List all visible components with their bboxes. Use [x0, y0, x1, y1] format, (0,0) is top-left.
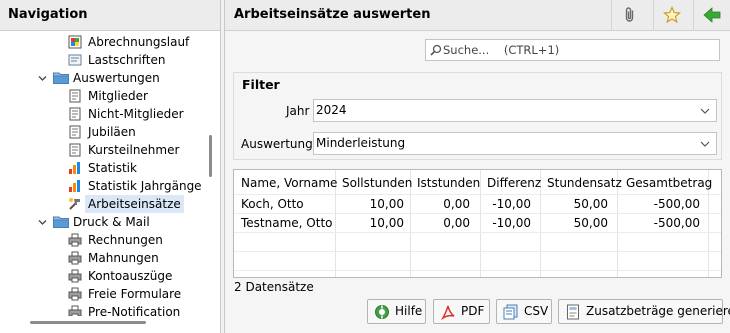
- results-table[interactable]: Name, Vorname Sollstunden Iststunden Dif…: [233, 169, 722, 278]
- record-count: 2 Datensätze: [234, 280, 314, 294]
- attach-button[interactable]: [611, 0, 647, 31]
- navigation-horizontal-scrollbar[interactable]: [30, 321, 146, 324]
- nav-item-label: Auswertungen: [73, 71, 160, 85]
- page-title: Arbeitseinsätze auswerten: [234, 7, 431, 22]
- folder-icon: [53, 72, 69, 84]
- cell-sollstunden: 10,00: [369, 216, 404, 230]
- chevron-down-icon[interactable]: [38, 218, 47, 227]
- help-button-label: Hilfe: [395, 304, 423, 318]
- paperclip-icon: [625, 7, 634, 22]
- main-panel: Arbeitseinsätze auswerten Filter Jahr: [224, 0, 730, 333]
- row-separator: [234, 270, 721, 271]
- star-icon: [663, 6, 681, 24]
- auswertung-select[interactable]: Minderleistung: [313, 132, 717, 155]
- nav-item-label: Arbeitseinsätze: [85, 195, 184, 213]
- cell-name: Testname, Otto: [241, 216, 333, 230]
- nav-item-label: Kontoauszüge: [88, 269, 173, 283]
- main-header: Arbeitseinsätze auswerten: [225, 0, 730, 31]
- column-header-differenz[interactable]: Differenz: [487, 170, 541, 197]
- cell-sollstunden: 10,00: [369, 197, 404, 211]
- jahr-select[interactable]: 2024: [313, 99, 717, 122]
- document-icon: [567, 304, 579, 320]
- jahr-label: Jahr: [286, 104, 310, 118]
- column-header-iststunden[interactable]: Iststunden: [417, 170, 480, 197]
- pdf-button[interactable]: PDF: [433, 299, 490, 324]
- bar-chart-icon: [69, 180, 80, 192]
- cell-iststunden: 0,00: [443, 197, 470, 211]
- work-icon: [69, 198, 80, 210]
- report-icon: [69, 125, 81, 139]
- nav-item-label: Rechnungen: [88, 233, 163, 247]
- help-button[interactable]: Hilfe: [367, 299, 426, 324]
- nav-item-label: Statistik Jahrgänge: [88, 179, 202, 193]
- navigation-vertical-scrollbar[interactable]: [209, 135, 212, 177]
- printer-icon: [68, 269, 82, 283]
- cell-iststunden: 0,00: [443, 216, 470, 230]
- cell-gesamtbetrag: -500,00: [653, 216, 700, 230]
- jahr-value: 2024: [316, 103, 347, 117]
- filter-group: Filter Jahr 2024 Auswertung Minderleistu…: [233, 72, 722, 160]
- printer-icon: [68, 251, 82, 265]
- chevron-down-icon: [700, 141, 710, 147]
- back-arrow-icon: [703, 7, 721, 23]
- printer-icon: [68, 233, 82, 247]
- nav-item-label: Abrechnungslauf: [88, 35, 190, 49]
- column-header-name[interactable]: Name, Vorname: [241, 170, 337, 197]
- pdf-button-label: PDF: [461, 304, 485, 318]
- cell-differenz: -10,00: [492, 216, 531, 230]
- column-header-stundensatz[interactable]: Stundensatz: [547, 170, 622, 197]
- generate-additional-amounts-button[interactable]: Zusatzbeträge generieren: [558, 299, 730, 324]
- folder-icon: [53, 216, 69, 228]
- cell-stundensatz: 50,00: [573, 216, 608, 230]
- report-icon: [69, 89, 81, 103]
- search-field[interactable]: [425, 39, 720, 61]
- auswertung-label: Auswertung: [241, 137, 313, 151]
- row-separator: [234, 251, 721, 252]
- nav-item-label: Kursteilnehmer: [88, 143, 180, 157]
- report-icon: [69, 143, 81, 157]
- nav-item-label: Mitglieder: [88, 89, 148, 103]
- cell-name: Koch, Otto: [241, 197, 304, 211]
- column-header-sollstunden[interactable]: Sollstunden: [342, 170, 412, 197]
- debit-icon: [68, 54, 82, 66]
- nav-item-label: Lastschriften: [88, 53, 166, 67]
- navigation-header: Navigation: [0, 0, 220, 31]
- cell-stundensatz: 50,00: [573, 197, 608, 211]
- nav-item-label: Pre-Notification: [88, 305, 181, 316]
- chevron-down-icon: [700, 108, 710, 114]
- cell-gesamtbetrag: -500,00: [653, 197, 700, 211]
- search-icon: [430, 44, 442, 56]
- printer-icon: [68, 305, 82, 316]
- chevron-down-icon[interactable]: [38, 74, 47, 83]
- navigation-tree: Abrechnungslauf Lastschriften Auswertung…: [0, 31, 220, 316]
- cell-differenz: -10,00: [492, 197, 531, 211]
- navigation-title: Navigation: [8, 7, 88, 22]
- csv-button-label: CSV: [524, 304, 549, 318]
- filter-title: Filter: [242, 77, 280, 92]
- nav-item-label: Jubiläen: [88, 125, 136, 139]
- csv-icon: [503, 304, 518, 320]
- column-header-gesamtbetrag[interactable]: Gesamtbetrag: [626, 170, 712, 197]
- back-button[interactable]: [693, 0, 729, 31]
- bill-run-icon: [68, 35, 82, 49]
- csv-button[interactable]: CSV: [496, 299, 552, 324]
- nav-item-label: Nicht-Mitglieder: [88, 107, 184, 121]
- search-input[interactable]: [443, 41, 713, 59]
- generate-button-label: Zusatzbeträge generieren: [586, 304, 730, 318]
- favorite-button[interactable]: [653, 0, 689, 31]
- pdf-icon: [441, 305, 455, 320]
- navigation-panel: Navigation Abrechnungslauf Lastschriften: [0, 0, 221, 333]
- nav-item-label: Statistik: [88, 161, 137, 175]
- auswertung-value: Minderleistung: [316, 136, 406, 150]
- nav-item-label: Druck & Mail: [73, 215, 150, 229]
- report-icon: [69, 107, 81, 121]
- printer-icon: [68, 287, 82, 301]
- help-icon: [375, 305, 389, 319]
- bar-chart-icon: [69, 162, 80, 174]
- nav-item-label: Mahnungen: [88, 251, 159, 265]
- nav-item-label: Freie Formulare: [88, 287, 182, 301]
